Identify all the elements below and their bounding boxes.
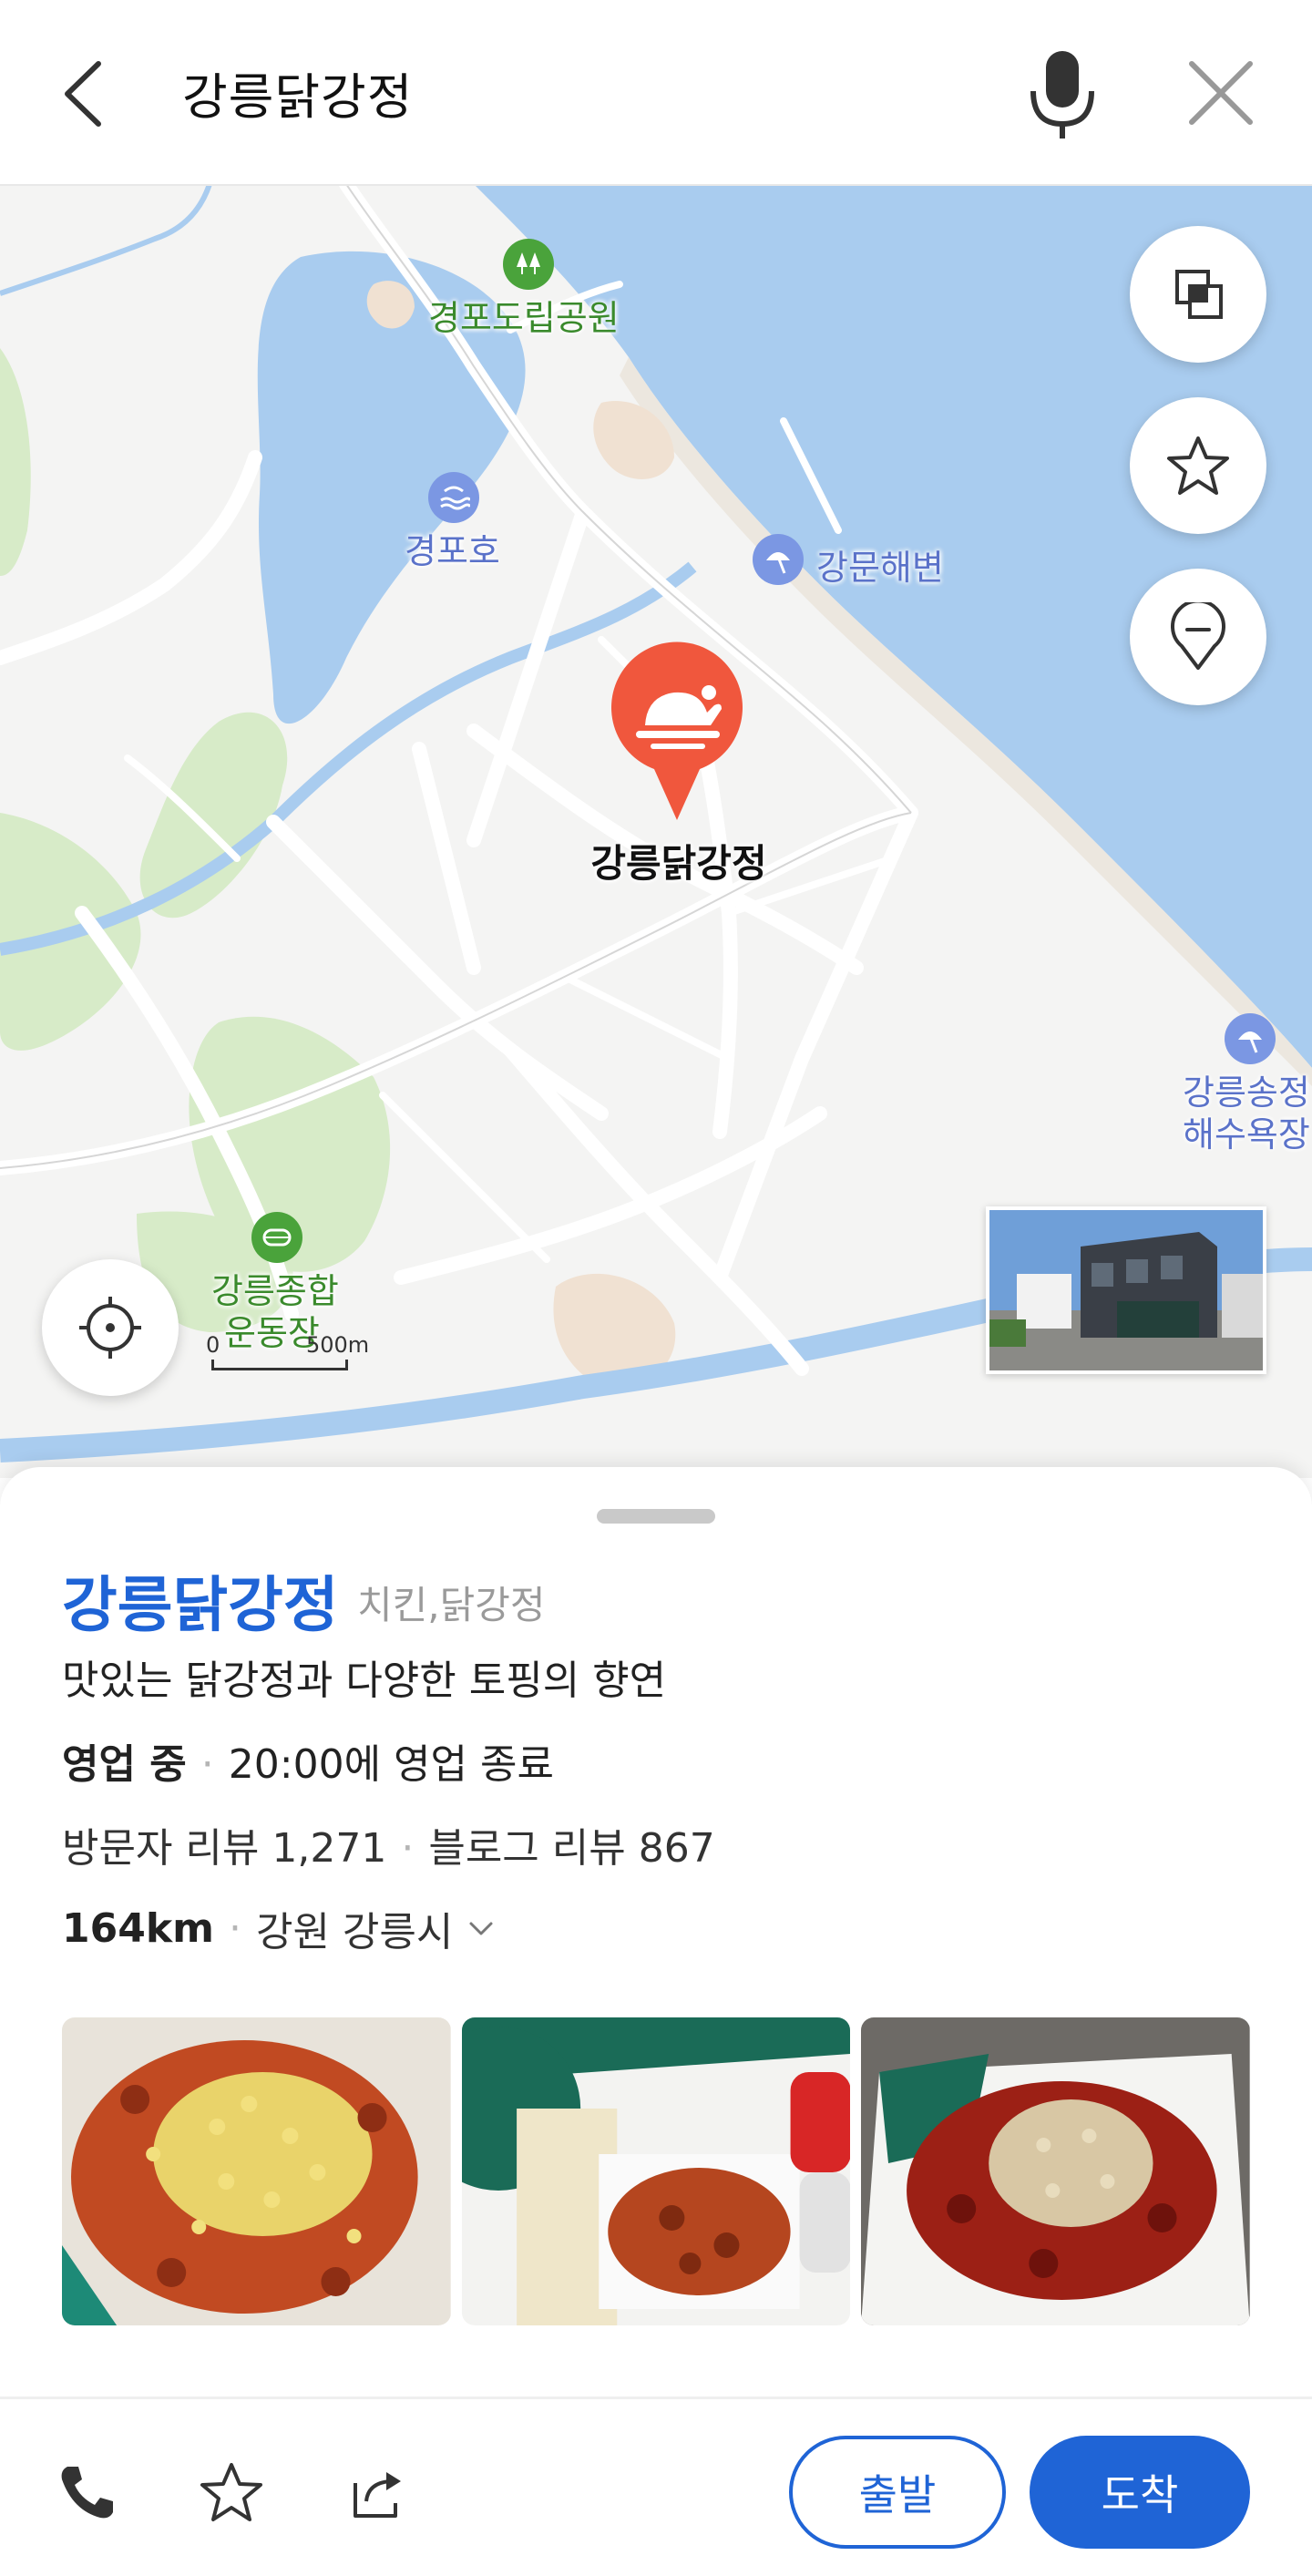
poi-label-beach[interactable]: 강문해변 [816,539,944,590]
food-photo[interactable] [461,2017,851,2325]
separator-dot: · [401,1825,415,1872]
place-category: 치킨,닭강정 [357,1583,546,1627]
blog-reviews-link[interactable]: 블로그 리뷰 867 [428,1825,714,1872]
microphone-icon[interactable] [1020,44,1104,144]
location-pin-button[interactable] [1130,569,1266,705]
place-pin-marker[interactable] [609,641,745,824]
scale-start-label: 0 [206,1332,220,1358]
park-tree-icon[interactable] [503,239,554,290]
sheet-drag-handle[interactable] [597,1509,715,1524]
poi-label-park[interactable]: 경포도립공원 [428,290,620,340]
layers-button[interactable] [1130,226,1266,363]
close-icon[interactable] [1183,55,1259,131]
stadium-icon[interactable] [251,1212,302,1263]
current-location-button[interactable] [42,1259,179,1396]
poi-label-beach-2-line-2[interactable]: 해수욕장 [1183,1106,1310,1156]
share-icon[interactable] [343,2459,408,2525]
review-counts: 방문자 리뷰 1,271 · 블로그 리뷰 867 [62,1815,715,1873]
chevron-down-icon[interactable] [466,1913,497,1944]
map-view[interactable]: 경포도립공원 경포호 강문해변 강릉송정 해수욕장 강릉종합 운동장 강릉닭강정 [0,184,1312,1478]
back-arrow-icon[interactable] [53,53,126,135]
scale-bar-line [211,1360,348,1370]
favorite-button[interactable] [1130,397,1266,534]
layers-icon [1175,270,1223,319]
search-query[interactable]: 강릉닭강정 [182,56,413,128]
map-scale-bar: 0 500m [206,1332,369,1378]
visitor-reviews-link[interactable]: 방문자 리뷰 1,271 [62,1825,386,1872]
star-icon [1167,436,1229,495]
location-pin-icon [1171,602,1225,670]
search-bar: 강릉닭강정 [0,0,1312,186]
closing-time: 20:00에 영업 종료 [228,1741,554,1788]
lake-water-icon[interactable] [428,472,479,523]
poi-label-lake[interactable]: 경포호 [405,523,500,573]
crosshair-icon [79,1297,141,1359]
arrive-button[interactable]: 도착 [1030,2436,1250,2549]
place-info-sheet: 강릉닭강정 치킨,닭강정 맛있는 닭강정과 다양한 토핑의 향연 영업 중 · 20… [0,1467,1312,2576]
place-name[interactable]: 강릉닭강정 [62,1556,339,1644]
separator-dot: · [228,1904,241,1952]
pin-place-label[interactable]: 강릉닭강정 [510,833,847,888]
star-icon[interactable] [199,2459,264,2525]
photo-gallery [62,2017,1251,2325]
business-hours[interactable]: 영업 중 · 20:00에 영업 종료 [62,1731,554,1790]
phone-icon[interactable] [55,2459,120,2525]
beach-umbrella-icon[interactable] [753,534,804,585]
beach-umbrella-icon[interactable] [1225,1013,1276,1064]
depart-button[interactable]: 출발 [789,2436,1006,2549]
scale-end-label: 500m [306,1332,370,1358]
food-photo[interactable] [62,2017,451,2325]
food-photo[interactable] [861,2017,1251,2325]
separator-dot: · [200,1741,214,1788]
open-status: 영업 중 [62,1741,187,1788]
street-view-image [989,1210,1263,1370]
distance: 164km [62,1904,214,1952]
location-info: 164km · 강원 강릉시 [62,1899,497,1957]
place-description: 맛있는 닭강정과 다양한 토핑의 향연 [62,1657,667,1704]
address[interactable]: 강원 강릉시 [256,1899,453,1957]
street-view-thumbnail[interactable] [986,1206,1266,1374]
action-bar: 출발 도착 [0,2399,1312,2576]
